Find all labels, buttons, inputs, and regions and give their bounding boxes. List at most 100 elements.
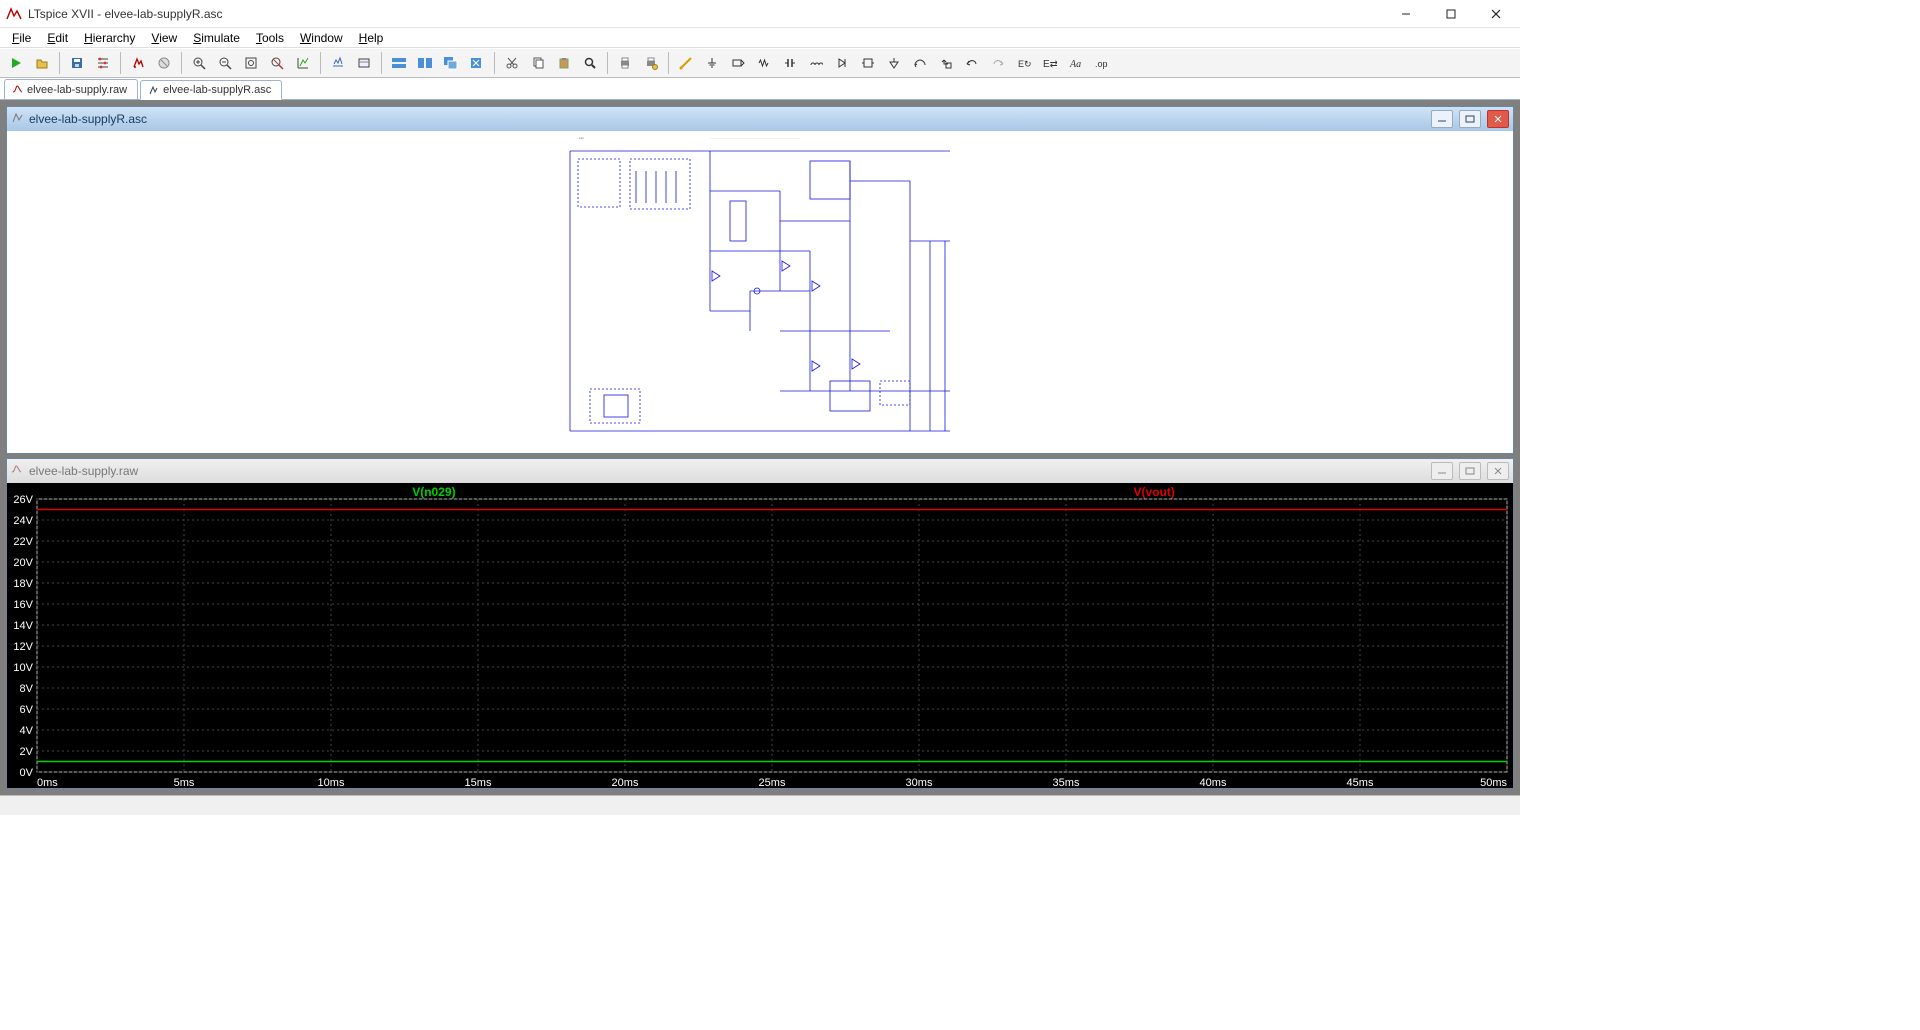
child-minimize-button[interactable] bbox=[1431, 110, 1453, 128]
toolbar-separator bbox=[120, 52, 121, 74]
svg-text:E↻: E↻ bbox=[1018, 59, 1031, 69]
document-tabs: elvee-lab-supply.raw elvee-lab-supplyR.as… bbox=[0, 78, 1520, 100]
menu-simulate[interactable]: Simulate bbox=[185, 30, 248, 46]
waveform-plot: 0V2V4V6V8V10V12V14V16V18V20V22V24V26V0ms… bbox=[7, 483, 1513, 788]
component-icon[interactable] bbox=[856, 51, 880, 75]
cascade-icon[interactable] bbox=[439, 51, 463, 75]
child-maximize-button[interactable] bbox=[1459, 110, 1481, 128]
paste-icon[interactable] bbox=[552, 51, 576, 75]
xtick-label: 50ms bbox=[1480, 777, 1507, 788]
ytick-label: 2V bbox=[20, 746, 34, 758]
svg-text:E⇄: E⇄ bbox=[1043, 59, 1057, 70]
svg-text:Aa: Aa bbox=[1069, 59, 1081, 70]
undo-icon[interactable] bbox=[960, 51, 984, 75]
resistor-icon[interactable] bbox=[752, 51, 776, 75]
zoom-back-icon[interactable] bbox=[265, 51, 289, 75]
save-icon[interactable] bbox=[65, 51, 89, 75]
wire-icon[interactable] bbox=[674, 51, 698, 75]
toolbar-separator bbox=[494, 52, 495, 74]
autoscale-icon[interactable] bbox=[291, 51, 315, 75]
inductor-icon[interactable] bbox=[804, 51, 828, 75]
svg-text:..............................: ........................................… bbox=[710, 136, 801, 140]
run-icon[interactable] bbox=[4, 51, 28, 75]
schematic-window: elvee-lab-supplyR.asc bbox=[6, 106, 1514, 454]
xtick-label: 30ms bbox=[906, 777, 933, 788]
menu-help[interactable]: Help bbox=[351, 30, 392, 46]
drag-icon[interactable] bbox=[934, 51, 958, 75]
halt-icon[interactable] bbox=[152, 51, 176, 75]
menubar: FileEditHierarchyViewSimulateToolsWindow… bbox=[0, 28, 1520, 48]
toolbar-separator bbox=[59, 52, 60, 74]
ytick-label: 16V bbox=[13, 599, 33, 611]
xtick-label: 0ms bbox=[37, 777, 58, 788]
toolbar-separator bbox=[320, 52, 321, 74]
ytick-label: 26V bbox=[13, 494, 33, 506]
ytick-label: 22V bbox=[13, 536, 33, 548]
print-icon[interactable] bbox=[613, 51, 637, 75]
print-setup-icon[interactable] bbox=[639, 51, 663, 75]
doctab-1[interactable]: elvee-lab-supplyR.asc bbox=[140, 80, 282, 100]
workspace: elvee-lab-supplyR.asc bbox=[0, 100, 1520, 795]
menu-window[interactable]: Window bbox=[292, 30, 351, 46]
move-icon[interactable] bbox=[908, 51, 932, 75]
label-icon[interactable] bbox=[726, 51, 750, 75]
copy-icon[interactable] bbox=[526, 51, 550, 75]
ytick-label: 6V bbox=[20, 704, 34, 716]
waveform-canvas[interactable]: 0V2V4V6V8V10V12V14V16V18V20V22V24V26V0ms… bbox=[7, 483, 1513, 788]
doctab-label: elvee-lab-supply.raw bbox=[27, 84, 127, 96]
redo-icon[interactable] bbox=[986, 51, 1010, 75]
mirror-icon[interactable]: E⇄ bbox=[1038, 51, 1062, 75]
menu-tools[interactable]: Tools bbox=[248, 30, 292, 46]
ytick-label: 18V bbox=[13, 578, 33, 590]
schematic-icon bbox=[11, 112, 23, 127]
xtick-label: 10ms bbox=[318, 777, 345, 788]
title-file: elvee-lab-supplyR.asc bbox=[104, 7, 222, 21]
zoom-fit-icon[interactable] bbox=[239, 51, 263, 75]
schematic-canvas[interactable]: .tran ..................................… bbox=[7, 131, 1513, 453]
xtick-label: 15ms bbox=[465, 777, 492, 788]
menu-file[interactable]: File bbox=[4, 30, 39, 46]
close-button[interactable] bbox=[1473, 0, 1518, 28]
toolbar-separator bbox=[181, 52, 182, 74]
child-close-button[interactable] bbox=[1487, 462, 1509, 480]
schematic-window-titlebar[interactable]: elvee-lab-supplyR.asc bbox=[7, 107, 1513, 131]
netname-icon[interactable] bbox=[882, 51, 906, 75]
zoom-in-icon[interactable] bbox=[187, 51, 211, 75]
cut-icon[interactable] bbox=[500, 51, 524, 75]
toolbar-separator bbox=[381, 52, 382, 74]
zoom-out-icon[interactable] bbox=[213, 51, 237, 75]
capacitor-icon[interactable] bbox=[778, 51, 802, 75]
ground-icon[interactable] bbox=[700, 51, 724, 75]
child-maximize-button[interactable] bbox=[1459, 462, 1481, 480]
close-all-icon[interactable] bbox=[465, 51, 489, 75]
setup-icon[interactable] bbox=[352, 51, 376, 75]
trace-label[interactable]: V(vout) bbox=[1134, 485, 1175, 499]
find-icon[interactable] bbox=[578, 51, 602, 75]
text-icon[interactable]: Aa bbox=[1064, 51, 1088, 75]
minimize-button[interactable] bbox=[1383, 0, 1428, 28]
control-panel-icon[interactable] bbox=[91, 51, 115, 75]
open-icon[interactable] bbox=[30, 51, 54, 75]
menu-hierarchy[interactable]: Hierarchy bbox=[76, 30, 143, 46]
trace-label[interactable]: V(n029) bbox=[412, 485, 455, 499]
xtick-label: 45ms bbox=[1347, 777, 1374, 788]
pick-visible-icon[interactable] bbox=[326, 51, 350, 75]
child-close-button[interactable] bbox=[1487, 110, 1509, 128]
simulate-run-icon[interactable] bbox=[126, 51, 150, 75]
child-minimize-button[interactable] bbox=[1431, 462, 1453, 480]
maximize-button[interactable] bbox=[1428, 0, 1473, 28]
menu-edit[interactable]: Edit bbox=[39, 30, 76, 46]
spice-directive-icon[interactable]: .op bbox=[1090, 51, 1114, 75]
ytick-label: 4V bbox=[20, 725, 34, 737]
svg-text:.op: .op bbox=[1095, 59, 1108, 69]
tile-horiz-icon[interactable] bbox=[387, 51, 411, 75]
tile-vert-icon[interactable] bbox=[413, 51, 437, 75]
waveform-window-titlebar[interactable]: elvee-lab-supply.raw bbox=[7, 459, 1513, 483]
menu-view[interactable]: View bbox=[143, 30, 185, 46]
rotate-icon[interactable]: E↻ bbox=[1012, 51, 1036, 75]
ytick-label: 8V bbox=[20, 683, 34, 695]
schematic-icon bbox=[147, 84, 159, 96]
diode-icon[interactable] bbox=[830, 51, 854, 75]
svg-text:.tran: .tran bbox=[578, 136, 584, 140]
doctab-0[interactable]: elvee-lab-supply.raw bbox=[4, 79, 138, 99]
